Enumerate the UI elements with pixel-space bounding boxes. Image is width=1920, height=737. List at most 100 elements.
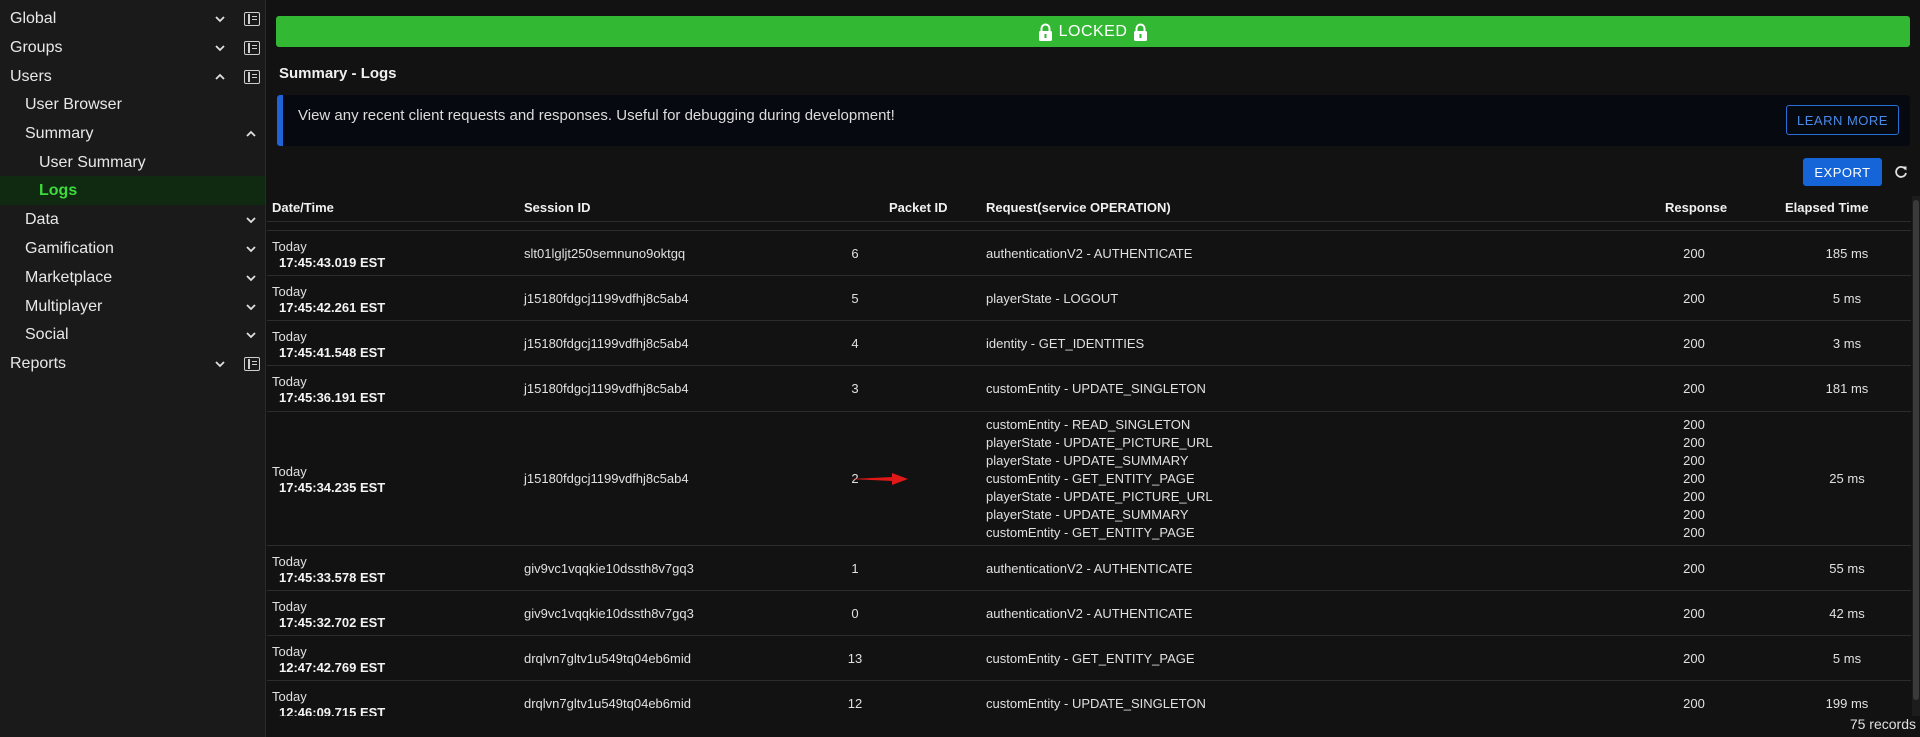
table-row[interactable]: Today 17:45:32.702 EST giv9vc1vqqkie10dsst… bbox=[267, 591, 1911, 636]
lock-icon bbox=[1134, 23, 1148, 41]
response-list: 200 bbox=[1654, 650, 1734, 668]
date-time: 17:45:41.548 EST bbox=[279, 344, 386, 360]
refresh-icon[interactable] bbox=[1891, 162, 1911, 182]
chevron-down-icon[interactable] bbox=[244, 242, 258, 256]
response-list: 200 bbox=[1654, 335, 1734, 353]
request-item: customEntity - UPDATE_SINGLETON bbox=[986, 381, 1206, 396]
request-item: customEntity - GET_ENTITY_PAGE bbox=[986, 650, 1195, 666]
header-datetime[interactable]: Date/Time bbox=[272, 200, 334, 215]
request-list: authenticationV2 - AUTHENTICATE bbox=[986, 560, 1192, 578]
session-id: j15180fdgcj1199vdfhj8c5ab4 bbox=[524, 335, 689, 351]
packet-id: 4 bbox=[851, 335, 859, 351]
request-item: authenticationV2 - AUTHENTICATE bbox=[986, 245, 1193, 261]
chevron-down-icon[interactable] bbox=[213, 41, 227, 55]
nav-label: Users bbox=[10, 67, 52, 85]
response-code: 200 bbox=[1683, 560, 1705, 576]
table-row-partial bbox=[267, 222, 1911, 231]
packet-id: 5 bbox=[851, 290, 859, 306]
response-list: 200 bbox=[1654, 695, 1734, 713]
nav-multiplayer[interactable]: Multiplayer bbox=[0, 292, 265, 321]
chevron-down-icon[interactable] bbox=[244, 271, 258, 285]
response-code: 200 bbox=[1683, 335, 1705, 351]
table-row[interactable]: Today 17:45:43.019 EST slt01lgljt250semnun… bbox=[267, 231, 1911, 276]
nav-label: Logs bbox=[39, 181, 78, 199]
header-request[interactable]: Request(service OPERATION) bbox=[986, 200, 1171, 215]
table-row[interactable]: Today 12:46:09.715 EST drqlvn7gltv1u549tq0… bbox=[267, 681, 1911, 717]
request-item: customEntity - GET_ENTITY_PAGE bbox=[986, 525, 1195, 540]
nav-label: Summary bbox=[25, 124, 94, 142]
date-time: 17:45:33.578 EST bbox=[279, 569, 386, 585]
header-elapsed-time[interactable]: Elapsed Time bbox=[1785, 200, 1869, 215]
table-row[interactable]: Today 12:47:42.769 EST drqlvn7gltv1u549tq0… bbox=[267, 636, 1911, 681]
request-item: playerState - LOGOUT bbox=[986, 290, 1119, 306]
nav-reports[interactable]: Reports bbox=[0, 349, 265, 378]
nav-user-summary[interactable]: User Summary bbox=[0, 148, 265, 177]
elapsed-time: 5 ms bbox=[1832, 290, 1862, 306]
session-id: drqlvn7gltv1u549tq04eb6mid bbox=[524, 695, 691, 711]
sidebar-panel-icon[interactable] bbox=[244, 11, 260, 26]
nav-groups[interactable]: Groups bbox=[0, 33, 265, 62]
response-list: 200 bbox=[1654, 245, 1734, 263]
sidebar-panel-icon[interactable] bbox=[244, 69, 260, 84]
nav-users[interactable]: Users bbox=[0, 62, 265, 91]
table-row[interactable]: Today 17:45:33.578 EST giv9vc1vqqkie10dsst… bbox=[267, 546, 1911, 591]
chevron-up-icon[interactable] bbox=[213, 70, 227, 84]
page-title: Summary - Logs bbox=[279, 65, 397, 82]
chevron-up-icon[interactable] bbox=[244, 127, 258, 141]
response-code: 200 bbox=[1683, 695, 1705, 711]
chevron-down-icon[interactable] bbox=[244, 300, 258, 314]
date-time: 17:45:42.261 EST bbox=[279, 299, 386, 315]
date-time: 17:45:43.019 EST bbox=[279, 254, 386, 270]
chevron-down-icon[interactable] bbox=[213, 12, 227, 26]
nav-label: Reports bbox=[10, 354, 67, 372]
export-button[interactable]: EXPORT bbox=[1803, 158, 1882, 186]
date-day: Today bbox=[272, 688, 307, 704]
table-row[interactable]: Today 17:45:41.548 EST j15180fdgcj1199vdfh… bbox=[267, 321, 1911, 366]
response-code: 200 bbox=[1683, 471, 1705, 486]
session-id: giv9vc1vqqkie10dssth8v7gq3 bbox=[524, 560, 694, 576]
learn-more-button[interactable]: LEARN MORE bbox=[1786, 105, 1899, 135]
nav-summary[interactable]: Summary bbox=[0, 119, 265, 148]
nav-label: Marketplace bbox=[25, 268, 113, 286]
response-list: 200 bbox=[1654, 560, 1734, 578]
packet-id: 12 bbox=[847, 695, 863, 711]
table-scrollbar[interactable] bbox=[1912, 196, 1920, 716]
elapsed-time: 55 ms bbox=[1829, 560, 1865, 576]
sidebar: Global Groups Users User Browser Summary User… bbox=[0, 0, 266, 737]
nav-logs[interactable]: Logs bbox=[0, 176, 265, 205]
request-item: customEntity - READ_SINGLETON bbox=[986, 417, 1191, 432]
nav-user-browser[interactable]: User Browser bbox=[0, 90, 265, 119]
chevron-down-icon[interactable] bbox=[244, 328, 258, 342]
header-packet-id[interactable]: Packet ID bbox=[889, 200, 948, 215]
chevron-down-icon[interactable] bbox=[244, 213, 258, 227]
request-item: playerState - UPDATE_SUMMARY bbox=[986, 507, 1189, 522]
date-time: 17:45:36.191 EST bbox=[279, 390, 386, 405]
nav-data[interactable]: Data bbox=[0, 205, 265, 234]
scrollbar-thumb[interactable] bbox=[1913, 200, 1919, 700]
response-list: 200 bbox=[1654, 605, 1734, 623]
session-id: drqlvn7gltv1u549tq04eb6mid bbox=[524, 650, 691, 666]
table-row[interactable]: Today 17:45:36.191 EST j15180fdgcj1199vdfh… bbox=[267, 366, 1911, 412]
session-id: j15180fdgcj1199vdfhj8c5ab4 bbox=[524, 290, 689, 306]
header-session-id[interactable]: Session ID bbox=[524, 200, 590, 215]
sidebar-panel-icon[interactable] bbox=[244, 40, 260, 55]
table-body: Today 17:45:43.019 EST slt01lgljt250semnun… bbox=[267, 222, 1911, 716]
request-item: playerState - UPDATE_SUMMARY bbox=[986, 453, 1189, 468]
nav-social[interactable]: Social bbox=[0, 320, 265, 349]
locked-banner[interactable]: LOCKED bbox=[276, 16, 1910, 47]
nav-marketplace[interactable]: Marketplace bbox=[0, 263, 265, 292]
nav-label: Multiplayer bbox=[25, 297, 103, 315]
session-id: slt01lgljt250semnuno9oktgq bbox=[524, 245, 686, 261]
table-row[interactable]: Today 17:45:42.261 EST j15180fdgcj1199vdfh… bbox=[267, 276, 1911, 321]
nav-global[interactable]: Global bbox=[0, 4, 265, 33]
chevron-down-icon[interactable] bbox=[213, 357, 227, 371]
nav-gamification[interactable]: Gamification bbox=[0, 234, 265, 263]
date-day: Today bbox=[272, 553, 307, 569]
header-response[interactable]: Response bbox=[1665, 200, 1727, 215]
sidebar-panel-icon[interactable] bbox=[244, 356, 260, 371]
nav-label: Data bbox=[25, 210, 59, 228]
date-day: Today bbox=[272, 328, 307, 344]
packet-id: 1 bbox=[851, 560, 859, 576]
table-row[interactable]: Today 17:45:34.235 EST j15180fdgcj1199vdfh… bbox=[267, 412, 1911, 546]
request-list: identity - GET_IDENTITIES bbox=[986, 335, 1144, 353]
